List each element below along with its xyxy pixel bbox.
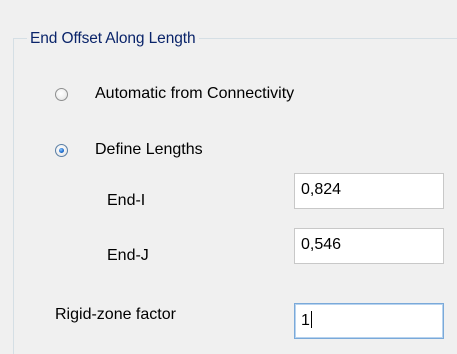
text-caret — [310, 311, 312, 328]
rigid-zone-factor-input[interactable]: 1 — [294, 303, 444, 339]
end-offset-panel: End Offset Along Length Automatic from C… — [0, 0, 457, 354]
rigid-zone-factor-value: 1 — [301, 312, 310, 329]
radio-define-lengths[interactable] — [55, 143, 68, 157]
end-i-input[interactable]: 0,824 — [294, 173, 444, 209]
group-title: End Offset Along Length — [27, 31, 200, 47]
automatic-from-connectivity-option[interactable]: Automatic from Connectivity — [55, 84, 294, 104]
radio-automatic-from-connectivity[interactable] — [55, 87, 68, 101]
automatic-from-connectivity-label[interactable]: Automatic from Connectivity — [95, 85, 294, 103]
end-i-value: 0,824 — [301, 181, 342, 198]
end-i-label: End-I — [107, 192, 146, 209]
define-lengths-option[interactable]: Define Lengths — [55, 140, 203, 160]
end-j-input[interactable]: 0,546 — [294, 228, 444, 264]
rigid-zone-factor-label: Rigid-zone factor — [55, 306, 176, 323]
end-j-value: 0,546 — [301, 236, 342, 253]
define-lengths-label[interactable]: Define Lengths — [95, 141, 203, 159]
end-j-label: End-J — [107, 247, 149, 264]
